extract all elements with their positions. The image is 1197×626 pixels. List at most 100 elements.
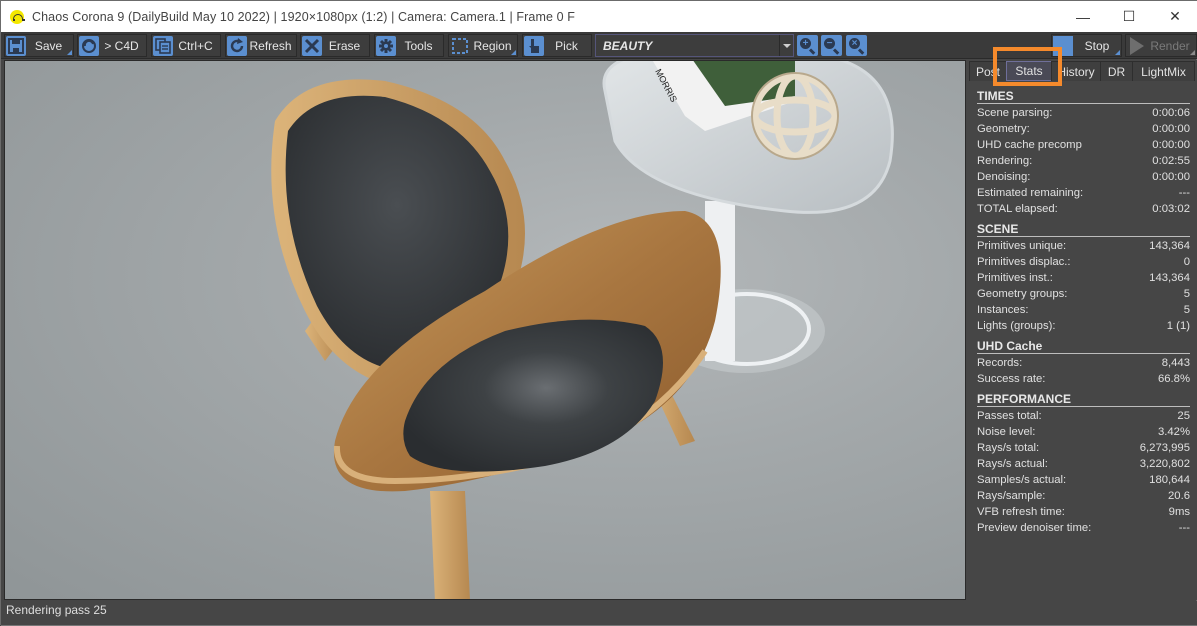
stat-row: Primitives inst.: 143,364 bbox=[977, 271, 1190, 287]
dropdown-corner-icon bbox=[1190, 50, 1195, 55]
toolbar: Save > C4D Ctrl+C Refresh Erase Tools Re… bbox=[1, 32, 1197, 59]
rendered-image: MORRIS bbox=[271, 61, 894, 599]
copy-button[interactable]: Ctrl+C bbox=[151, 34, 221, 57]
chevron-down-icon[interactable] bbox=[779, 35, 793, 56]
stop-square-icon bbox=[1053, 35, 1073, 56]
stat-value: 143,364 bbox=[1149, 240, 1190, 252]
section-title: PERFORMANCE bbox=[977, 392, 1190, 407]
stat-value: 25 bbox=[1177, 410, 1190, 422]
stat-label: Rays/s actual: bbox=[977, 458, 1048, 470]
stat-label: Records: bbox=[977, 357, 1023, 369]
render-pass-value: BEAUTY bbox=[603, 38, 653, 53]
zoom-out-icon: − bbox=[824, 38, 835, 49]
tab-post[interactable]: Post bbox=[969, 61, 1007, 81]
stat-value: 0 bbox=[1183, 256, 1190, 268]
stat-label: Primitives displac.: bbox=[977, 256, 1071, 268]
send-to-c4d-button[interactable]: > C4D bbox=[77, 34, 147, 57]
stat-label: Primitives unique: bbox=[977, 240, 1067, 252]
close-button[interactable]: ✕ bbox=[1152, 1, 1197, 32]
render-button[interactable]: Render bbox=[1125, 34, 1197, 57]
stat-label: Lights (groups): bbox=[977, 320, 1056, 332]
stop-button[interactable]: Stop bbox=[1051, 34, 1122, 57]
corona-app-icon bbox=[10, 9, 25, 24]
refresh-icon bbox=[227, 35, 247, 56]
stat-label: Rays/s total: bbox=[977, 442, 1040, 454]
stat-label: Geometry groups: bbox=[977, 288, 1068, 300]
tab-history[interactable]: History bbox=[1051, 61, 1101, 81]
tools-button[interactable]: Tools bbox=[374, 34, 444, 57]
zoom-in-button[interactable]: + bbox=[797, 35, 818, 56]
stat-label: Scene parsing: bbox=[977, 107, 1053, 119]
copy-label: Ctrl+C bbox=[178, 38, 213, 53]
erase-button[interactable]: Erase bbox=[300, 34, 370, 57]
stat-row: Lights (groups): 1 (1) bbox=[977, 319, 1190, 335]
dropdown-corner-icon bbox=[1115, 50, 1120, 55]
floppy-disk-icon bbox=[6, 35, 26, 56]
stat-value: 1 (1) bbox=[1166, 320, 1190, 332]
stat-value: 0:00:00 bbox=[1152, 123, 1190, 135]
stat-value: 20.6 bbox=[1168, 490, 1190, 502]
zoom-reset-button[interactable]: × bbox=[846, 35, 867, 56]
stat-row: Primitives unique: 143,364 bbox=[977, 239, 1190, 255]
stop-label: Stop bbox=[1084, 38, 1110, 53]
stat-label: Estimated remaining: bbox=[977, 187, 1084, 199]
stat-label: Samples/s actual: bbox=[977, 474, 1067, 486]
play-icon bbox=[1130, 36, 1144, 55]
stats-section-scene: SCENE Primitives unique: 143,364 Primitive… bbox=[977, 222, 1190, 335]
stat-value: 9ms bbox=[1168, 506, 1190, 518]
stat-label: VFB refresh time: bbox=[977, 506, 1065, 518]
stat-value: 66.8% bbox=[1157, 373, 1190, 385]
tab-lightmix[interactable]: LightMix bbox=[1132, 61, 1195, 81]
panel-tabs: Post Stats History DR LightMix bbox=[969, 61, 1197, 81]
minimize-button[interactable]: — bbox=[1060, 1, 1106, 32]
tab-stats[interactable]: Stats bbox=[1006, 61, 1052, 81]
stat-value: 0:03:02 bbox=[1152, 203, 1190, 215]
stat-value: 0:00:06 bbox=[1152, 107, 1190, 119]
stat-row: Rays/s total: 6,273,995 bbox=[977, 441, 1190, 457]
zoom-out-button[interactable]: − bbox=[821, 35, 842, 56]
stat-label: TOTAL elapsed: bbox=[977, 203, 1058, 215]
tab-dr[interactable]: DR bbox=[1100, 61, 1133, 81]
stat-row: TOTAL elapsed: 0:03:02 bbox=[977, 202, 1190, 218]
erase-x-icon bbox=[302, 35, 322, 56]
stat-label: Rays/sample: bbox=[977, 490, 1046, 502]
save-button[interactable]: Save bbox=[4, 34, 74, 57]
tools-label: Tools bbox=[404, 38, 433, 53]
stat-value: --- bbox=[1178, 522, 1190, 534]
stat-value: 143,364 bbox=[1149, 272, 1190, 284]
maximize-button[interactable]: ☐ bbox=[1106, 1, 1152, 32]
region-label: Region bbox=[473, 38, 512, 53]
status-bar: Rendering pass 25 bbox=[1, 601, 1197, 626]
dropdown-corner-icon bbox=[511, 50, 516, 55]
stat-row: Geometry: 0:00:00 bbox=[977, 122, 1190, 138]
stat-row: Records: 8,443 bbox=[977, 356, 1190, 372]
stat-value: 3,220,802 bbox=[1139, 458, 1190, 470]
stats-section-times: TIMES Scene parsing: 0:00:06 Geometry: 0:00… bbox=[977, 89, 1190, 218]
stat-row: Instances: 5 bbox=[977, 303, 1190, 319]
render-pass-dropdown[interactable]: BEAUTY bbox=[595, 34, 794, 57]
stat-row: Rays/sample: 20.6 bbox=[977, 489, 1190, 505]
stat-value: 3.42% bbox=[1157, 426, 1190, 438]
stat-value: 0:02:55 bbox=[1152, 155, 1190, 167]
stat-label: Noise level: bbox=[977, 426, 1036, 438]
window-title: Chaos Corona 9 (DailyBuild May 10 2022) … bbox=[32, 9, 575, 24]
stat-row: Denoising: 0:00:00 bbox=[977, 170, 1190, 186]
copy-icon bbox=[153, 35, 173, 56]
erase-label: Erase bbox=[328, 38, 361, 53]
stat-value: 5 bbox=[1183, 304, 1190, 316]
section-title: UHD Cache bbox=[977, 339, 1190, 354]
stats-section-uhd-cache: UHD Cache Records: 8,443 Success rate: 66.8… bbox=[977, 339, 1190, 388]
send-to-c4d-label: > C4D bbox=[104, 38, 139, 53]
stat-row: Scene parsing: 0:00:06 bbox=[977, 106, 1190, 122]
save-label: Save bbox=[34, 38, 63, 53]
stat-label: Success rate: bbox=[977, 373, 1046, 385]
stat-label: Passes total: bbox=[977, 410, 1042, 422]
refresh-button[interactable]: Refresh bbox=[225, 34, 297, 57]
side-panel: Post Stats History DR LightMix TIMES Sce… bbox=[969, 60, 1197, 600]
region-button[interactable]: Region bbox=[448, 34, 518, 57]
stats-section-performance: PERFORMANCE Passes total: 25 Noise level: 3… bbox=[977, 392, 1190, 537]
pick-button[interactable]: Pick bbox=[522, 34, 592, 57]
render-viewport[interactable]: MORRIS bbox=[4, 60, 966, 600]
zoom-reset-icon: × bbox=[849, 38, 860, 49]
dropdown-corner-icon bbox=[67, 50, 72, 55]
